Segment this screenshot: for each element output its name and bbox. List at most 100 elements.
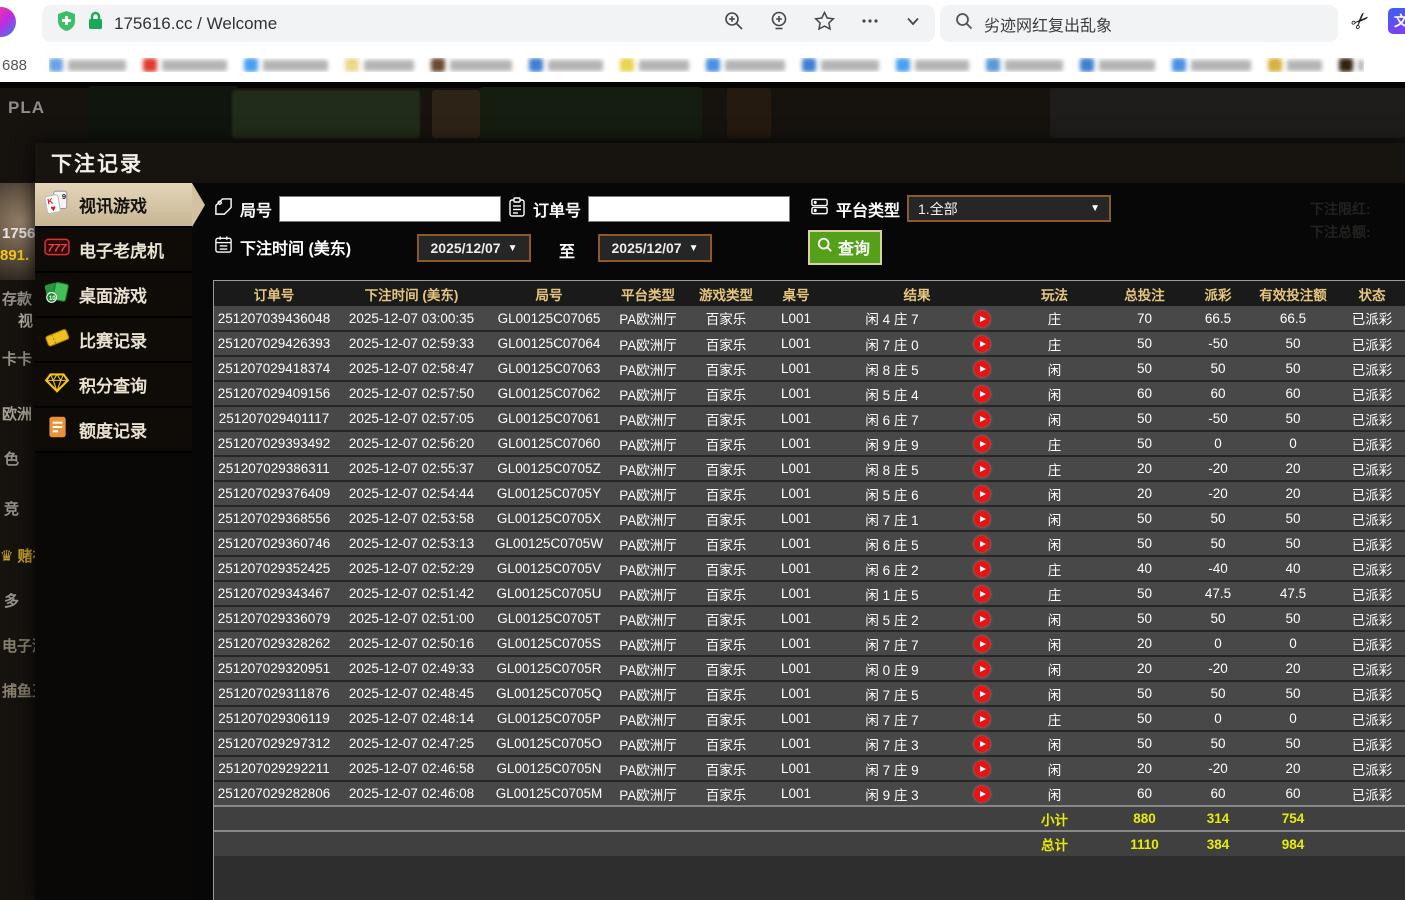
bookmark-item[interactable] — [244, 58, 328, 72]
bookmark-item[interactable] — [896, 58, 969, 72]
table-row: 2512070293209512025-12-07 02:49:33GL0012… — [214, 656, 1405, 681]
bookmark-item[interactable] — [529, 58, 603, 72]
cell-platform: PA欧洲厅 — [609, 706, 687, 731]
cell-valid-bet: 20 — [1249, 481, 1337, 506]
cell-platform: PA欧洲厅 — [609, 681, 687, 706]
favorite-star-icon[interactable] — [814, 11, 835, 36]
cell-replay[interactable] — [957, 431, 1007, 456]
cell-platform: PA欧洲厅 — [609, 456, 687, 481]
cell-status: 已派彩 — [1337, 606, 1405, 631]
round-id-input[interactable] — [279, 196, 501, 222]
bookmark-item[interactable] — [143, 58, 227, 72]
replay-play-icon[interactable] — [974, 786, 990, 802]
replay-play-icon[interactable] — [974, 636, 990, 652]
bookmark-item[interactable] — [986, 58, 1063, 72]
cell-replay[interactable] — [957, 381, 1007, 406]
replay-play-icon[interactable] — [974, 461, 990, 477]
cell-payout: 0 — [1187, 431, 1249, 456]
bookmark-item[interactable] — [49, 58, 126, 72]
sidebar-item-diamond[interactable]: 积分查询 — [35, 363, 192, 408]
cell-play-method: 闲 — [1007, 731, 1102, 756]
cell-replay[interactable] — [957, 481, 1007, 506]
address-bar[interactable]: 175616.cc / Welcome — [42, 5, 935, 42]
cell-table-no: L001 — [765, 381, 827, 406]
browser-logo[interactable] — [0, 7, 16, 37]
cell-replay[interactable] — [957, 781, 1007, 806]
sidebar-item-table-games[interactable]: 10桌面游戏 — [35, 273, 192, 318]
url-text[interactable]: 175616.cc / Welcome — [114, 14, 277, 34]
replay-play-icon[interactable] — [974, 411, 990, 427]
replay-play-icon[interactable] — [974, 486, 990, 502]
table-row: 2512070293118762025-12-07 02:48:45GL0012… — [214, 681, 1405, 706]
cell-replay[interactable] — [957, 731, 1007, 756]
screenshot-scissors-icon[interactable]: ✂ — [1346, 6, 1377, 37]
replay-play-icon[interactable] — [974, 661, 990, 677]
cell-replay[interactable] — [957, 606, 1007, 631]
sidebar-item-cards[interactable]: 9K♥视讯游戏 — [35, 183, 192, 228]
cell-replay[interactable] — [957, 506, 1007, 531]
cell-replay[interactable] — [957, 306, 1007, 331]
cell-result: 闲 9 庄 3 — [827, 781, 957, 806]
cell-replay[interactable] — [957, 456, 1007, 481]
toolbar-search[interactable]: 劣迹网红复出乱象 — [940, 5, 1338, 42]
bookmark-item[interactable] — [802, 58, 879, 72]
cell-table-no: L001 — [765, 581, 827, 606]
sidebar-item-slot-777[interactable]: 777电子老虎机 — [35, 228, 192, 273]
replay-play-icon[interactable] — [974, 536, 990, 552]
cell-replay[interactable] — [957, 656, 1007, 681]
sidebar-item-ticket[interactable]: 比赛记录 — [35, 318, 192, 363]
more-options-icon[interactable] — [860, 11, 880, 36]
cell-order-id: 251207029401117 — [214, 406, 334, 431]
replay-play-icon[interactable] — [974, 511, 990, 527]
bookmark-item[interactable] — [1339, 58, 1364, 72]
replay-play-icon[interactable] — [974, 561, 990, 577]
bookmark-item[interactable] — [620, 58, 689, 72]
replay-play-icon[interactable] — [974, 336, 990, 352]
sidebar-item-document[interactable]: 额度记录 — [35, 408, 192, 453]
cell-status: 已派彩 — [1337, 431, 1405, 456]
replay-play-icon[interactable] — [974, 736, 990, 752]
cell-bet-time: 2025-12-07 02:56:20 — [334, 431, 489, 456]
replay-play-icon[interactable] — [974, 686, 990, 702]
replay-play-icon[interactable] — [974, 361, 990, 377]
replay-play-icon[interactable] — [974, 311, 990, 327]
replay-play-icon[interactable] — [974, 586, 990, 602]
cell-replay[interactable] — [957, 556, 1007, 581]
https-lock-icon[interactable] — [87, 11, 104, 36]
background-bleed-text: 下注限红: — [1310, 199, 1371, 219]
replay-play-icon[interactable] — [974, 761, 990, 777]
query-button[interactable]: 查询 — [808, 230, 882, 265]
replay-play-icon[interactable] — [974, 611, 990, 627]
dropdown-chevron-icon[interactable] — [905, 13, 921, 34]
cell-replay[interactable] — [957, 681, 1007, 706]
cell-replay[interactable] — [957, 406, 1007, 431]
cell-replay[interactable] — [957, 531, 1007, 556]
cell-replay[interactable] — [957, 706, 1007, 731]
bookmark-item[interactable] — [706, 58, 785, 72]
site-update-icon[interactable] — [769, 11, 789, 36]
cell-replay[interactable] — [957, 331, 1007, 356]
bookmark-item[interactable] — [345, 58, 414, 72]
bookmark-item[interactable] — [1268, 58, 1322, 72]
bookmark-item[interactable] — [431, 58, 512, 72]
cell-replay[interactable] — [957, 631, 1007, 656]
translate-icon[interactable]: 文 — [1388, 8, 1405, 34]
date-from-select[interactable]: 2025/12/07 ▼ — [417, 234, 531, 262]
cell-replay[interactable] — [957, 756, 1007, 781]
order-id-input[interactable] — [588, 196, 790, 222]
cell-replay[interactable] — [957, 581, 1007, 606]
platform-type-select[interactable]: 1.全部 ▼ — [907, 195, 1111, 222]
cell-replay[interactable] — [957, 356, 1007, 381]
replay-play-icon[interactable] — [974, 436, 990, 452]
bookmark-item[interactable] — [1172, 58, 1251, 72]
cell-game-type: 百家乐 — [687, 406, 765, 431]
adblock-shield-icon[interactable] — [56, 10, 77, 37]
replay-play-icon[interactable] — [974, 711, 990, 727]
chevron-down-icon: ▼ — [689, 243, 699, 254]
zoom-in-icon[interactable] — [724, 11, 744, 36]
date-to-select[interactable]: 2025/12/07 ▼ — [598, 234, 712, 262]
replay-play-icon[interactable] — [974, 386, 990, 402]
bookmark-item[interactable] — [1080, 58, 1155, 72]
bookmarks-count[interactable]: 688 — [2, 57, 32, 74]
cell-platform: PA欧洲厅 — [609, 556, 687, 581]
